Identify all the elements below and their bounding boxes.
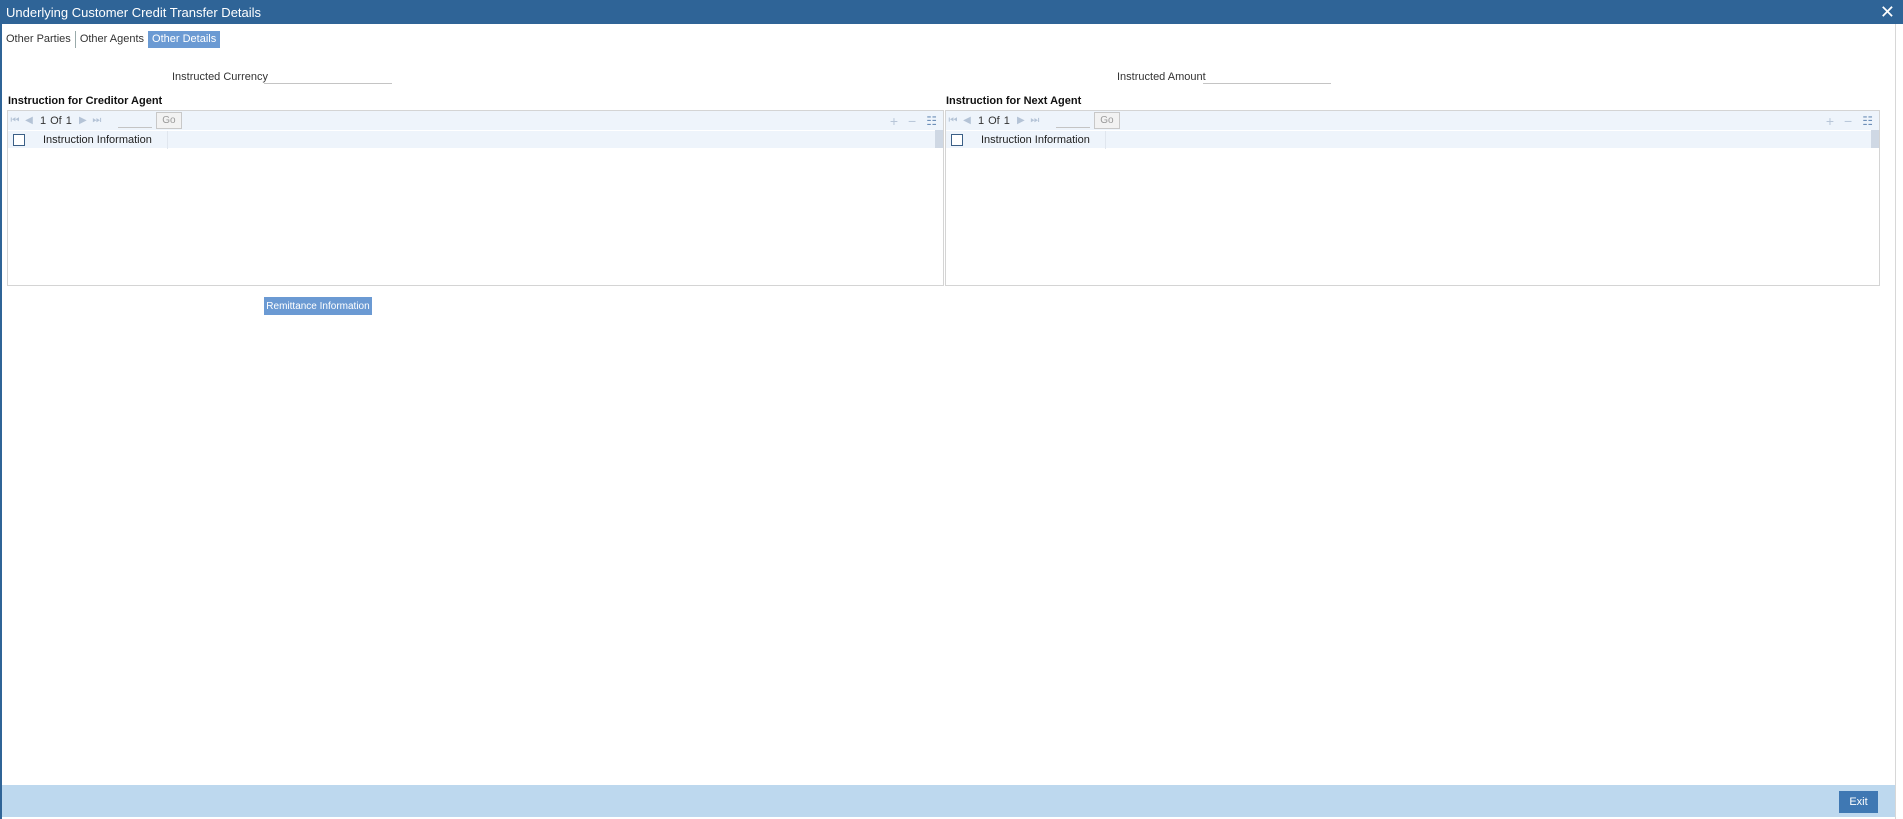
pager-of: Of — [50, 114, 62, 127]
creditor-grid-header: Instruction Information — [8, 130, 935, 149]
tab-other-parties[interactable]: Other Parties — [2, 31, 76, 48]
go-button[interactable]: Go — [1093, 112, 1120, 129]
scrollbar[interactable] — [1871, 130, 1879, 148]
pager-total: 1 — [1003, 114, 1010, 127]
grid-tools: + − ☷ — [890, 111, 937, 130]
next-grid-toolbar: ⏮ ◀ 1 Of 1 ▶ ⏭ Go + − ☷ — [946, 111, 1879, 130]
last-page-icon[interactable]: ⏭ — [90, 115, 104, 126]
tab-other-details[interactable]: Other Details — [148, 31, 221, 48]
select-all-checkbox[interactable] — [951, 133, 963, 146]
pager-current: 1 — [40, 114, 47, 127]
next-page-icon[interactable]: ▶ — [76, 115, 90, 126]
creditor-grid-toolbar: ⏮ ◀ 1 Of 1 ▶ ⏭ Go + − ☷ — [8, 111, 943, 130]
page-number-input[interactable] — [1055, 113, 1090, 128]
column-instruction-information: Instruction Information — [43, 130, 168, 149]
next-agent-grid: ⏮ ◀ 1 Of 1 ▶ ⏭ Go + − ☷ Instruction Info… — [945, 110, 1880, 286]
list-view-icon[interactable]: ☷ — [926, 114, 937, 128]
exit-button[interactable]: Exit — [1839, 791, 1878, 813]
delete-row-icon[interactable]: − — [1844, 113, 1852, 129]
last-page-icon[interactable]: ⏭ — [1028, 115, 1042, 126]
pager-total: 1 — [65, 114, 72, 127]
instructed-amount-label: Instructed Amount — [1117, 71, 1206, 83]
close-icon[interactable]: ✕ — [1880, 2, 1895, 22]
first-page-icon[interactable]: ⏮ — [8, 115, 22, 126]
next-page-icon[interactable]: ▶ — [1014, 115, 1028, 126]
column-instruction-information: Instruction Information — [981, 130, 1106, 149]
page-number-input[interactable] — [117, 113, 152, 128]
creditor-agent-title: Instruction for Creditor Agent — [8, 95, 163, 107]
delete-row-icon[interactable]: − — [908, 113, 916, 129]
prev-page-icon[interactable]: ◀ — [22, 115, 36, 126]
select-all-checkbox[interactable] — [13, 133, 25, 146]
right-scroll-gutter — [1895, 24, 1903, 819]
pager-of: Of — [988, 114, 1000, 127]
instructed-currency-label: Instructed Currency — [172, 71, 268, 83]
remittance-information-button[interactable]: Remittance Information — [264, 297, 372, 315]
go-button[interactable]: Go — [155, 112, 182, 129]
add-row-icon[interactable]: + — [890, 113, 898, 129]
list-view-icon[interactable]: ☷ — [1862, 114, 1873, 128]
window-title: Underlying Customer Credit Transfer Deta… — [6, 4, 262, 20]
next-agent-title: Instruction for Next Agent — [946, 95, 1082, 107]
title-bar: Underlying Customer Credit Transfer Deta… — [0, 0, 1903, 24]
first-page-icon[interactable]: ⏮ — [946, 115, 960, 126]
scrollbar[interactable] — [935, 130, 943, 148]
instructed-currency-input[interactable] — [264, 68, 392, 84]
tab-bar: Other Parties Other Agents Other Details — [2, 31, 221, 48]
prev-page-icon[interactable]: ◀ — [960, 115, 974, 126]
next-grid-header: Instruction Information — [946, 130, 1871, 149]
dialog-window: Underlying Customer Credit Transfer Deta… — [0, 0, 1903, 819]
footer-bar — [2, 785, 1895, 817]
instructed-amount-input[interactable] — [1203, 68, 1331, 84]
left-border — [0, 24, 2, 819]
pager-current: 1 — [978, 114, 985, 127]
tab-other-agents[interactable]: Other Agents — [76, 31, 148, 48]
creditor-agent-grid: ⏮ ◀ 1 Of 1 ▶ ⏭ Go + − ☷ Instruction Info… — [7, 110, 944, 286]
grid-tools: + − ☷ — [1826, 111, 1873, 130]
add-row-icon[interactable]: + — [1826, 113, 1834, 129]
